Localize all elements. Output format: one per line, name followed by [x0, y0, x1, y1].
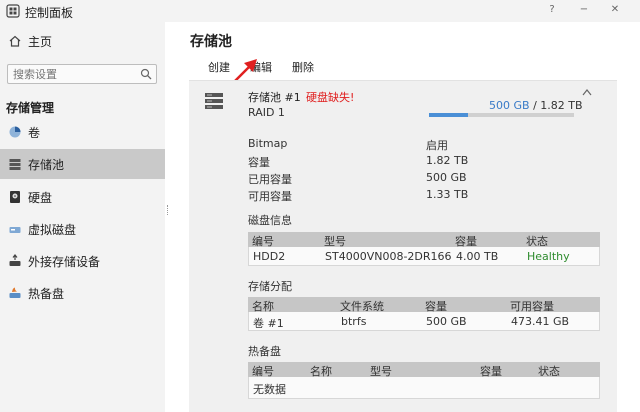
disk-table-header: 编号 型号 容量 状态: [248, 232, 600, 248]
hot-spare-table-header: 编号 名称 型号 容量 状态: [248, 362, 600, 378]
disk-capacity: 4.00 TB: [456, 250, 499, 263]
external-storage-icon: [9, 254, 21, 266]
table-row[interactable]: HDD2 ST4000VN008-2DR166 4.00 TB Healthy: [248, 247, 600, 266]
window-title: 控制面板: [25, 6, 74, 20]
usage-text: 500 GB / 1.82 TB: [489, 99, 583, 112]
page-title: 存储池: [190, 34, 232, 50]
storage-pool-icon: [205, 93, 223, 109]
storage-pool-icon: [9, 159, 21, 170]
disk-status: Healthy: [527, 250, 570, 263]
sidebar-item-volume[interactable]: 卷: [0, 119, 165, 145]
sidebar-item-hard-disk[interactable]: 硬盘: [0, 184, 165, 210]
home-icon: [9, 35, 21, 47]
sidebar-item-label: 外接存储设备: [28, 254, 101, 269]
prop-value: 1.82 TB: [426, 154, 469, 167]
chevron-up-icon[interactable]: [582, 88, 592, 96]
search-icon[interactable]: [140, 68, 152, 80]
prop-value: 启用: [426, 139, 448, 152]
volume-filesystem: btrfs: [341, 315, 367, 328]
volume-free-capacity: 473.41 GB: [511, 315, 570, 328]
pool-name: 存储池 #1: [248, 91, 301, 104]
prop-label: 容量: [248, 156, 270, 169]
volume-capacity: 500 GB: [426, 315, 467, 328]
sidebar-item-label: 存储池: [28, 157, 65, 172]
hard-disk-icon: [10, 191, 20, 203]
table-row[interactable]: 卷 #1 btrfs 500 GB 473.41 GB: [248, 312, 600, 331]
hot-spare-icon: [9, 287, 21, 298]
sidebar: 主页 存储管理 卷 存储池 硬盘: [0, 22, 165, 412]
prop-label: 可用容量: [248, 190, 292, 203]
close-button[interactable]: ✕: [608, 3, 622, 17]
delete-button[interactable]: 删除: [292, 59, 314, 75]
control-panel-icon: [6, 4, 20, 18]
usage-progress-fill: [429, 113, 469, 117]
allocation-table-header: 名称 文件系统 容量 可用容量: [248, 297, 600, 313]
virtual-disk-icon: [9, 227, 21, 233]
sidebar-item-label: 主页: [28, 34, 53, 49]
sidebar-item-label: 硬盘: [28, 190, 53, 205]
prop-value: 1.33 TB: [426, 188, 469, 201]
hot-spare-title: 热备盘: [248, 345, 281, 358]
sidebar-item-label: 卷: [28, 125, 41, 140]
usage-progress-bar: [429, 113, 574, 117]
volume-name: 卷 #1: [253, 317, 284, 330]
sidebar-item-storage-pool[interactable]: 存储池: [0, 149, 165, 179]
sidebar-item-external-storage[interactable]: 外接存储设备: [0, 248, 165, 274]
sidebar-item-home[interactable]: 主页: [0, 28, 165, 54]
pool-raid-level: RAID 1: [248, 106, 285, 119]
pie-volume-icon: [9, 126, 21, 138]
pool-warning: 硬盘缺失!: [306, 91, 355, 104]
empty-text: 无数据: [253, 383, 286, 396]
disk-info-title: 磁盘信息: [248, 214, 292, 227]
search-input[interactable]: [13, 67, 133, 81]
empty-row: 无数据: [248, 377, 600, 399]
disk-id: HDD2: [253, 250, 286, 263]
sidebar-item-label: 虚拟磁盘: [28, 222, 77, 237]
prop-label: Bitmap: [248, 137, 288, 150]
section-storage-management: 存储管理: [6, 101, 55, 115]
minimize-button[interactable]: −: [577, 3, 591, 17]
sidebar-item-label: 热备盘: [28, 286, 65, 301]
sidebar-item-hot-spare[interactable]: 热备盘: [0, 280, 165, 306]
prop-value: 500 GB: [426, 171, 467, 184]
disk-model: ST4000VN008-2DR166: [325, 250, 452, 263]
sidebar-splitter[interactable]: [165, 22, 171, 412]
help-button[interactable]: ?: [545, 3, 559, 17]
prop-label: 已用容量: [248, 173, 292, 186]
sidebar-item-virtual-disk[interactable]: 虚拟磁盘: [0, 216, 165, 242]
total-capacity: / 1.82 TB: [533, 99, 583, 112]
title-bar: 控制面板 ? − ✕: [0, 0, 640, 22]
used-capacity: 500 GB: [489, 99, 530, 112]
search-box[interactable]: [7, 64, 157, 84]
allocation-title: 存储分配: [248, 280, 292, 293]
